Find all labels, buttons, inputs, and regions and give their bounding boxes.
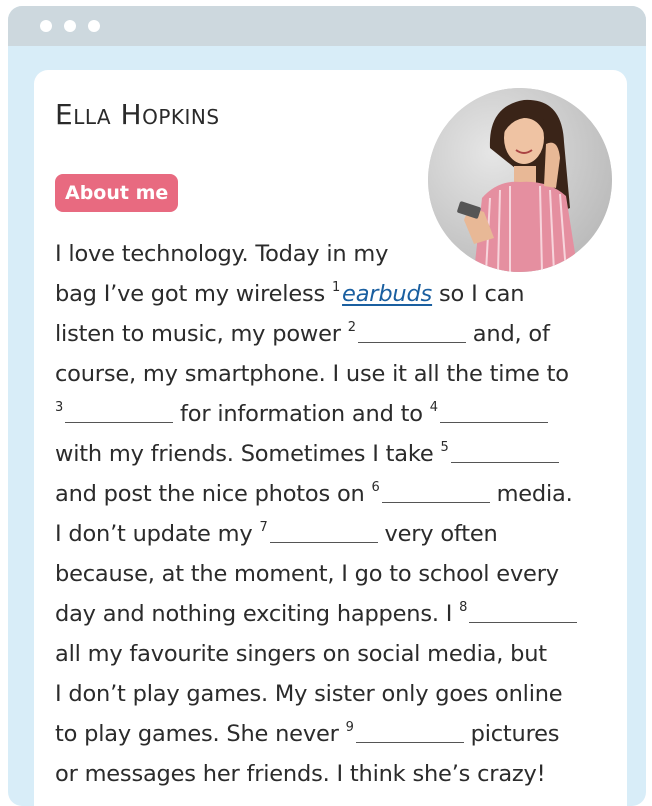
- gap-number: 8: [459, 600, 468, 615]
- answer-blank[interactable]: [381, 482, 490, 503]
- window-dot-icon[interactable]: [88, 20, 100, 32]
- text-line: to play games. She never 9 pictures: [55, 720, 560, 747]
- text-line: I don’t play games. My sister only goes …: [55, 681, 563, 707]
- window-dot-icon[interactable]: [40, 20, 52, 32]
- text-line: because, at the moment, I go to school e…: [55, 561, 559, 587]
- text-line: bag I’ve got my wireless 1earbuds so I c…: [55, 280, 525, 307]
- window-titlebar: [8, 6, 646, 46]
- answer-blank[interactable]: [469, 602, 578, 623]
- gap-number: 1: [331, 280, 341, 295]
- text-line: listen to music, my power 2 and, of: [55, 320, 550, 347]
- answer-blank[interactable]: [357, 322, 466, 343]
- text-line: course, my smartphone. I use it all the …: [55, 361, 569, 387]
- answer-blank[interactable]: [355, 722, 464, 743]
- answer-blank[interactable]: [450, 442, 559, 463]
- window-dot-icon[interactable]: [64, 20, 76, 32]
- text-line: day and nothing exciting happens. I 8: [55, 594, 615, 634]
- text-line: I don’t update my 7 very often: [55, 520, 498, 547]
- answer-blank[interactable]: [65, 402, 174, 423]
- gap-number: 9: [345, 720, 354, 735]
- profile-name: Ella Hopkins: [55, 98, 220, 131]
- gap-number: 5: [440, 440, 449, 455]
- exercise-text: I love technology. Today in my bag I’ve …: [55, 234, 615, 794]
- text-line: all my favourite singers on social media…: [55, 641, 547, 667]
- answer-blank[interactable]: [439, 402, 548, 423]
- gap-number: 7: [259, 520, 268, 535]
- example-answer: earbuds: [342, 281, 433, 307]
- text-line: I love technology. Today in my: [55, 241, 389, 267]
- gap-number: 3: [55, 400, 64, 415]
- browser-window: Ella Hopkins About me I love technology.…: [8, 6, 646, 806]
- answer-blank[interactable]: [269, 522, 378, 543]
- about-me-badge: About me: [55, 174, 179, 212]
- gap-number: 4: [429, 400, 438, 415]
- profile-card: Ella Hopkins About me I love technology.…: [34, 70, 627, 806]
- text-line: 3 for information and to 4: [55, 394, 615, 434]
- gap-number: 2: [347, 320, 356, 335]
- gap-number: 6: [371, 480, 380, 495]
- text-line: with my friends. Sometimes I take 5: [55, 434, 615, 474]
- text-line: and post the nice photos on 6 media.: [55, 480, 573, 507]
- text-line: or messages her friends. I think she’s c…: [55, 761, 546, 787]
